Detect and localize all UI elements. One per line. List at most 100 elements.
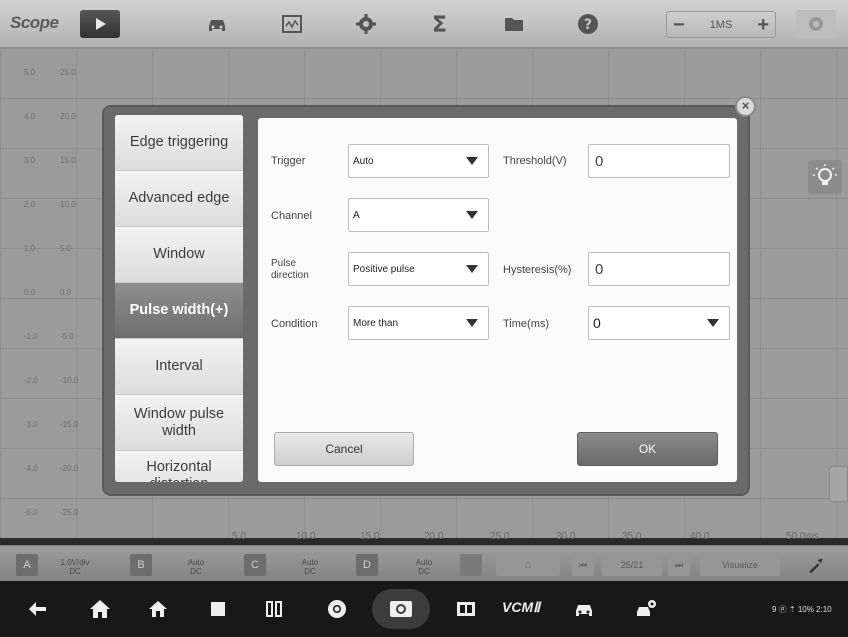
ok-button[interactable]: OK: [577, 432, 718, 466]
back-icon[interactable]: [26, 597, 50, 621]
trigger-label: Trigger: [271, 155, 306, 167]
scale-tick: 1.0: [24, 244, 36, 253]
waveform-library-icon[interactable]: [280, 12, 304, 36]
scale-tick: 10.0: [60, 200, 76, 209]
menu-item-advanced-edge[interactable]: Advanced edge: [115, 171, 243, 227]
channel-d-button[interactable]: D: [356, 554, 378, 576]
folder-icon[interactable]: [502, 12, 526, 36]
system-navbar: VCMⅡ 9 ⓟ ⇡ 10% 2:10: [0, 581, 848, 637]
car-icon[interactable]: [205, 12, 229, 36]
menu-item-edge-triggering[interactable]: Edge triggering: [115, 115, 243, 171]
scale-tick: 0.0: [60, 288, 72, 297]
frame-counter: 25/21: [602, 554, 662, 576]
threshold-input[interactable]: 0: [588, 144, 730, 178]
pulse-direction-select[interactable]: Positive pulse: [348, 252, 489, 286]
camera-button[interactable]: [372, 589, 430, 629]
scale-tick: -10.0: [60, 376, 79, 385]
trigger-marker-button[interactable]: [460, 554, 482, 576]
channel-coupling: DC: [418, 567, 430, 576]
screen-record-icon[interactable]: [454, 597, 478, 621]
split-icon[interactable]: [262, 597, 286, 621]
sigma-math-icon[interactable]: Σ: [428, 12, 452, 38]
scale-tick: -4.0: [24, 464, 38, 473]
scale-tick: -25.0: [60, 508, 79, 517]
house-icon[interactable]: [146, 597, 170, 621]
lightbulb-icon[interactable]: [808, 160, 842, 194]
scale-tick: 4.0: [24, 112, 36, 121]
threshold-label: Threshold(V): [503, 155, 567, 167]
time-value: 0: [593, 315, 601, 331]
trigger-select[interactable]: Auto: [348, 144, 489, 178]
channel-coupling: DC: [190, 567, 202, 576]
car-settings-icon[interactable]: [634, 597, 658, 621]
timebase-control[interactable]: − 1MS +: [666, 11, 776, 38]
help-icon[interactable]: ?: [576, 12, 600, 36]
scale-tick: 3.0: [24, 156, 36, 165]
cog-icon: [809, 17, 823, 31]
hysteresis-label: Hysteresis(%): [503, 264, 572, 276]
trigger-value: Auto: [353, 155, 374, 167]
condition-label: Condition: [271, 318, 318, 330]
timebase-decrease-button[interactable]: −: [673, 15, 685, 35]
menu-item-window[interactable]: Window: [115, 227, 243, 283]
chevron-down-icon: [697, 307, 729, 339]
scale-tick: -1.0: [24, 332, 38, 341]
home-icon[interactable]: [88, 597, 112, 621]
pulse-direction-label: Pulse direction: [271, 258, 309, 281]
scale-tick: -15.0: [60, 420, 79, 429]
prev-frame-button[interactable]: ⏮: [572, 554, 594, 576]
svg-text:Σ: Σ: [432, 13, 447, 36]
close-dialog-button[interactable]: ×: [735, 96, 756, 117]
left-scale-b: 25.0 20.0 15.0 10.0 5.0 0.0 -5.0 -10.0 -…: [58, 48, 84, 538]
x-tick: 5.0: [232, 531, 246, 542]
scope-settings-button[interactable]: [796, 10, 836, 38]
play-button[interactable]: [80, 10, 120, 38]
menu-item-window-pulse-width[interactable]: Window pulse width: [115, 395, 243, 451]
channel-scale: Auto: [301, 558, 319, 567]
menu-item-interval[interactable]: Interval: [115, 339, 243, 395]
channel-select[interactable]: A: [348, 198, 489, 232]
channel-a-button[interactable]: A: [16, 554, 38, 576]
scale-tick: -2.0: [24, 376, 38, 385]
timebase-increase-button[interactable]: +: [757, 15, 769, 35]
next-frame-button[interactable]: ⏭: [668, 554, 690, 576]
x-tick: 30.0: [556, 531, 576, 542]
channel-coupling: DC: [304, 567, 316, 576]
channel-value: A: [353, 209, 360, 221]
car-icon[interactable]: [572, 597, 596, 621]
channel-a-settings[interactable]: 1.0V/div DC: [50, 558, 100, 576]
trigger-type-menu: Edge triggering Advanced edge Window Pul…: [115, 115, 243, 482]
visualize-button[interactable]: Visualize: [700, 554, 780, 576]
probe-icon[interactable]: [798, 554, 834, 576]
channel-coupling: DC: [69, 567, 81, 576]
channel-b-settings[interactable]: Auto DC: [176, 558, 216, 576]
cancel-button[interactable]: Cancel: [274, 432, 414, 466]
scale-tick: 5.0: [60, 244, 72, 253]
channel-b-button[interactable]: B: [130, 554, 152, 576]
chevron-down-icon: [456, 145, 488, 177]
channel-scale: Auto: [415, 558, 433, 567]
time-select[interactable]: 0: [588, 306, 730, 340]
condition-select[interactable]: More than: [348, 306, 489, 340]
x-tick: 20.0: [424, 531, 444, 542]
chevron-down-icon: [456, 307, 488, 339]
settings-gear-icon[interactable]: [354, 12, 378, 36]
scale-tick: 5.0: [24, 68, 36, 77]
recents-icon[interactable]: [206, 597, 230, 621]
menu-item-pulse-width[interactable]: Pulse width(+): [115, 283, 243, 339]
camera-icon: [390, 601, 412, 617]
menu-item-horizontal-distortion[interactable]: Horizontal distortion: [115, 451, 243, 482]
side-drawer-handle[interactable]: [829, 466, 848, 502]
chrome-icon[interactable]: [325, 597, 349, 621]
time-axis: 5.0 10.0 15.0 20.0 25.0 30.0 35.0 40.0 5…: [0, 531, 848, 545]
scale-tick: 20.0: [60, 112, 76, 121]
channel-c-button[interactable]: C: [244, 554, 266, 576]
waveform-edge-button[interactable]: ⎍: [496, 554, 560, 576]
channel-d-settings[interactable]: Auto DC: [404, 558, 444, 576]
svg-text:?: ?: [584, 17, 592, 33]
channel-c-settings[interactable]: Auto DC: [290, 558, 330, 576]
scale-tick: 25.0: [60, 68, 76, 77]
vcm-status-label[interactable]: VCMⅡ: [502, 599, 540, 616]
hysteresis-input[interactable]: 0: [588, 252, 730, 286]
scale-tick: 15.0: [60, 156, 76, 165]
